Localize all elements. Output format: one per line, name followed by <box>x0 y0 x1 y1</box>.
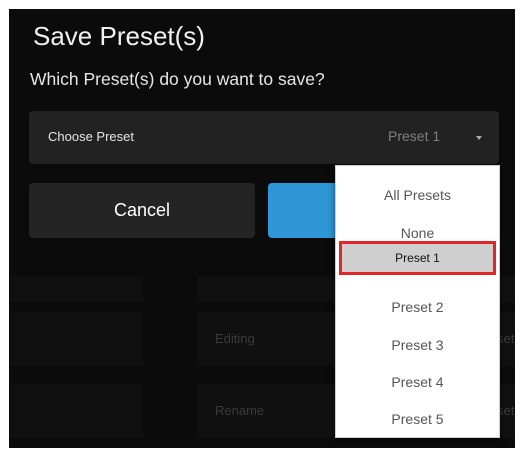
dropdown-option-preset-1[interactable]: Preset 1 <box>339 241 496 275</box>
background-rename-label: Rename <box>215 403 265 418</box>
dropdown-option-preset-4[interactable]: Preset 4 <box>336 374 499 390</box>
cancel-button[interactable]: Cancel <box>29 183 255 238</box>
background-tile <box>9 276 143 302</box>
save-preset-screen: Editing Rename set set Save Preset(s) Wh… <box>9 9 515 448</box>
dropdown-option-preset-5[interactable]: Preset 5 <box>336 411 499 427</box>
background-tile <box>9 384 143 438</box>
choose-preset-value: Preset 1 <box>388 128 441 144</box>
background-editing-label: Editing <box>215 331 255 346</box>
choose-preset-label: Choose Preset <box>48 129 134 144</box>
background-tile <box>9 312 143 366</box>
dialog-question: Which Preset(s) do you want to save? <box>30 69 325 89</box>
choose-preset-select[interactable]: Choose Preset Preset 1 <box>29 111 499 164</box>
dropdown-option-preset-2[interactable]: Preset 2 <box>336 299 499 315</box>
dropdown-option-preset-3[interactable]: Preset 3 <box>336 337 499 353</box>
dropdown-option-all-presets[interactable]: All Presets <box>336 187 499 203</box>
dropdown-option-none[interactable]: None <box>336 225 499 241</box>
preset-dropdown-menu: All Presets None Preset 1 Preset 2 Prese… <box>335 165 500 438</box>
dialog-title: Save Preset(s) <box>33 21 205 51</box>
chevron-down-icon <box>476 136 482 140</box>
